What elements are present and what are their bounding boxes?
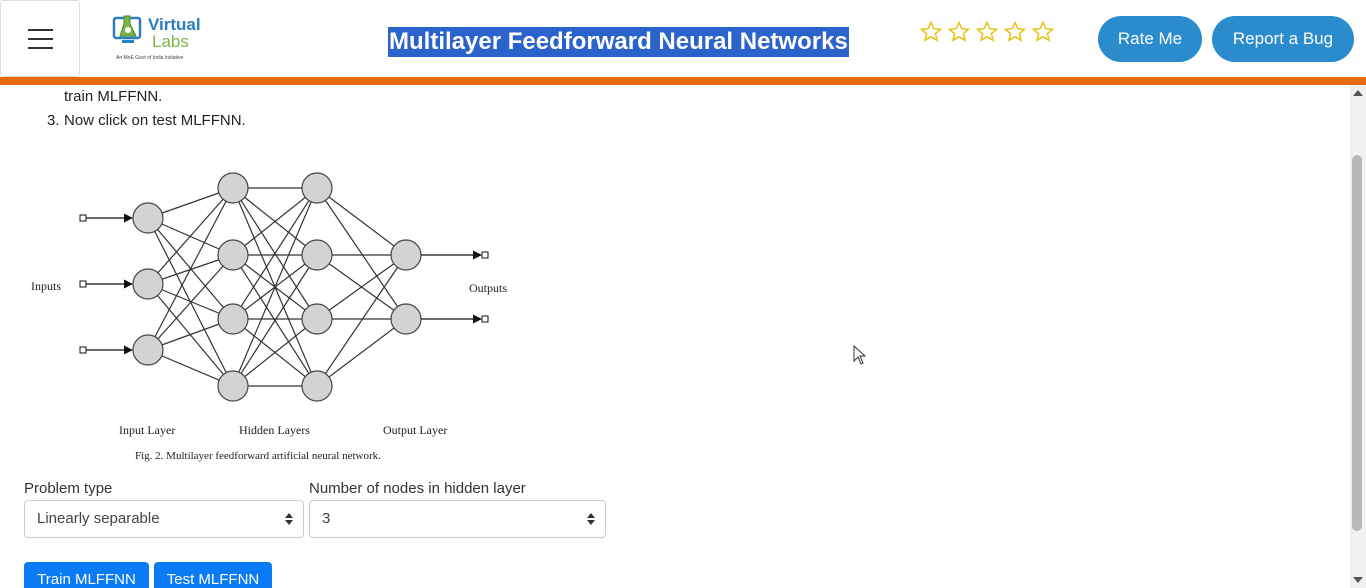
input-terminal	[79, 346, 87, 354]
inputs-label: Inputs	[31, 279, 61, 293]
input-terminal	[79, 214, 87, 222]
problem-type-select[interactable]: Linearly separable	[24, 500, 304, 538]
neuron-node	[132, 334, 164, 366]
train-mlffnn-button[interactable]: Train MLFFNN	[24, 562, 149, 588]
neuron-node	[217, 370, 249, 402]
outputs-label: Outputs	[469, 281, 507, 295]
instruction-continuation: train MLFFNN.	[64, 88, 163, 105]
neuron-node	[132, 202, 164, 234]
output-terminal	[481, 251, 489, 259]
neuron-node	[301, 172, 333, 204]
input-terminal	[79, 280, 87, 288]
header-accent-rule	[0, 77, 1366, 85]
mouse-cursor-icon	[853, 345, 867, 365]
input-layer-label: Input Layer	[119, 423, 175, 437]
output-layer-label: Output Layer	[383, 423, 447, 437]
neuron-node	[301, 370, 333, 402]
star-icon[interactable]	[919, 20, 943, 44]
neuron-node	[217, 172, 249, 204]
top-navbar: Virtual Labs An MoE Govt of India Initia…	[0, 0, 1366, 77]
scroll-down-arrow-icon[interactable]	[1353, 577, 1363, 583]
page-title: Multilayer Feedforward Neural Networks	[388, 27, 849, 57]
figure-caption: Fig. 2. Multilayer feedforward artificia…	[135, 450, 381, 462]
neuron-node	[390, 239, 422, 271]
neuron-node	[132, 268, 164, 300]
star-icon[interactable]	[975, 20, 999, 44]
scroll-up-arrow-icon[interactable]	[1353, 90, 1363, 96]
connection-line	[316, 318, 407, 387]
network-connections	[147, 187, 407, 387]
output-terminal	[481, 315, 489, 323]
connection-line	[316, 187, 407, 256]
neuron-node	[301, 303, 333, 335]
instruction-step-3: Now click on test MLFFNN.	[64, 112, 246, 129]
instruction-step-number: 3.	[47, 112, 60, 129]
virtual-labs-logo[interactable]: Virtual Labs An MoE Govt of India Initia…	[110, 12, 202, 64]
scrollbar-thumb[interactable]	[1352, 155, 1362, 531]
network-nodes	[132, 172, 422, 402]
hamburger-icon	[27, 28, 53, 31]
main-content: train MLFFNN. 3. Now click on test MLFFN…	[0, 85, 1350, 588]
logo-word-labs: Labs	[152, 32, 189, 51]
problem-type-value: Linearly separable	[37, 510, 160, 527]
hidden-nodes-select[interactable]: 3	[309, 500, 606, 538]
star-icon[interactable]	[1031, 20, 1055, 44]
select-caret-icon	[285, 511, 293, 527]
report-bug-button[interactable]: Report a Bug	[1212, 16, 1354, 62]
hidden-nodes-label: Number of nodes in hidden layer	[309, 480, 526, 497]
star-icon[interactable]	[1003, 20, 1027, 44]
flask-icon	[112, 15, 142, 43]
hidden-layers-label: Hidden Layers	[239, 423, 310, 437]
vertical-scrollbar[interactable]	[1350, 85, 1366, 588]
hidden-nodes-value: 3	[322, 510, 331, 527]
neuron-node	[390, 303, 422, 335]
logo-tagline: An MoE Govt of India Initiative	[116, 55, 184, 61]
neuron-node	[301, 239, 333, 271]
test-mlffnn-button[interactable]: Test MLFFNN	[154, 562, 272, 588]
select-caret-icon	[587, 511, 595, 527]
problem-type-label: Problem type	[24, 480, 113, 497]
rating-stars[interactable]	[919, 20, 1055, 44]
star-icon[interactable]	[947, 20, 971, 44]
neural-network-diagram: Inputs Outputs Input Layer Hidden Layers…	[31, 172, 507, 462]
rate-me-button[interactable]: Rate Me	[1098, 16, 1202, 62]
neuron-node	[217, 239, 249, 271]
hamburger-menu-button[interactable]	[0, 0, 80, 77]
neuron-node	[217, 303, 249, 335]
